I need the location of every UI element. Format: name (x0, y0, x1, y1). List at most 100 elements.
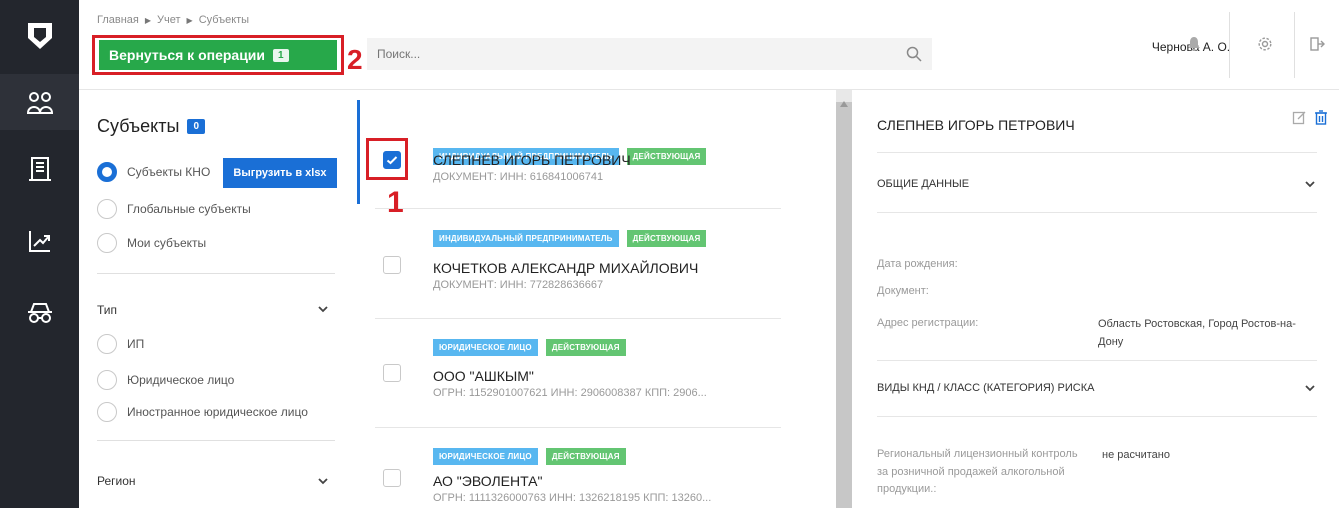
address-value: Область Ростовская, Город Ростов-на-Дону (1098, 318, 1296, 349)
chevron-down-icon[interactable] (317, 474, 329, 492)
chart-trend-icon[interactable] (0, 224, 79, 258)
radio-label: Субъекты КНО (127, 165, 211, 179)
back-to-operation-button[interactable]: Вернуться к операции 1 (99, 40, 337, 70)
tags-row: ЮРИДИЧЕСКОЕ ЛИЦО ДЕЙСТВУЮЩАЯ (433, 448, 626, 465)
scroll-up-arrow-icon[interactable] (840, 94, 848, 112)
logout-icon[interactable] (1309, 36, 1325, 57)
users-icon[interactable] (0, 86, 79, 120)
detail-panel: СЛЕПНЕВ ИГОРЬ ПЕТРОВИЧ ОБЩИЕ ДАННЫЕ Дата… (852, 90, 1339, 508)
radio-label: Глобальные субъекты (127, 202, 251, 216)
breadcrumb-item: Субъекты (198, 14, 250, 26)
filters-title: Субъекты (97, 116, 180, 136)
filters-divider (97, 440, 335, 441)
status-tag: ДЕЙСТВУЮЩАЯ (545, 339, 626, 356)
filters-header: Субъекты 0 (97, 116, 205, 137)
general-data-section[interactable]: ОБЩИЕ ДАННЫЕ (877, 178, 969, 190)
subject-document: ДОКУМЕНТ: ИНН: 616841006741 (433, 171, 604, 183)
edit-icon[interactable] (1292, 110, 1307, 130)
radio-unselected-icon[interactable] (97, 233, 117, 253)
list-divider (375, 208, 781, 209)
list-divider (375, 318, 781, 319)
radio-unselected-icon[interactable] (97, 334, 117, 354)
breadcrumb-separator-icon: ▶ (186, 15, 193, 25)
breadcrumb: Главная ▶ Учет ▶ Субъекты (97, 14, 249, 26)
subject-document: ОГРН: 1111326000763 ИНН: 1326218195 КПП:… (433, 492, 712, 504)
radio-label: Иностранное юридическое лицо (127, 405, 308, 419)
annotation-frame-checkbox (366, 138, 408, 180)
car-icon[interactable] (0, 296, 79, 330)
radio-my-subjects[interactable]: Мои субъекты (97, 233, 206, 253)
breadcrumb-item[interactable]: Учет (157, 14, 181, 26)
search-box (367, 38, 932, 70)
type-option-foreign-entity[interactable]: Иностранное юридическое лицо (97, 402, 308, 422)
detail-divider (877, 212, 1317, 213)
checkbox-unchecked[interactable] (383, 469, 401, 487)
region-section-title[interactable]: Регион (97, 474, 136, 488)
type-tag: ИНДИВИДУАЛЬНЫЙ ПРЕДПРИНИМАТЕЛЬ (433, 230, 619, 247)
tags-row: ИНДИВИДУАЛЬНЫЙ ПРЕДПРИНИМАТЕЛЬ ДЕЙСТВУЮЩ… (433, 230, 707, 247)
logo-shield-icon[interactable] (0, 16, 79, 56)
detail-title: СЛЕПНЕВ ИГОРЬ ПЕТРОВИЧ (877, 117, 1075, 133)
risk-label: Региональный лицензионный контроль за ро… (877, 448, 1078, 496)
bell-icon[interactable] (1186, 36, 1202, 57)
radio-subjects-kno[interactable]: Субъекты КНО (97, 162, 210, 182)
active-item-indicator (357, 100, 360, 204)
subject-name: АО "ЭВОЛЕНТА" (433, 473, 543, 489)
type-tag: ЮРИДИЧЕСКОЕ ЛИЦО (433, 448, 538, 465)
radio-label: Мои субъекты (127, 236, 207, 250)
list-divider (375, 427, 781, 428)
address-label: Адрес регистрации: (877, 317, 979, 329)
scrollbar-thumb[interactable] (836, 102, 852, 508)
status-tag: ДЕЙСТВУЮЩАЯ (545, 448, 626, 465)
birth-date-label: Дата рождения: (877, 258, 958, 270)
top-header: Главная ▶ Учет ▶ Субъекты Вернуться к оп… (79, 0, 1339, 90)
chevron-down-icon[interactable] (317, 302, 329, 320)
type-option-ip[interactable]: ИП (97, 334, 144, 354)
subject-name: ООО "АШКЫМ" (433, 368, 534, 384)
tags-row: ЮРИДИЧЕСКОЕ ЛИЦО ДЕЙСТВУЮЩАЯ (433, 339, 626, 356)
subject-name: СЛЕПНЕВ ИГОРЬ ПЕТРОВИЧ (433, 152, 631, 168)
header-divider (1229, 12, 1230, 78)
filters-count-badge: 0 (187, 119, 205, 134)
gear-icon[interactable] (1257, 36, 1273, 57)
annotation-step-1: 1 (387, 186, 404, 219)
radio-unselected-icon[interactable] (97, 199, 117, 219)
filters-divider (97, 273, 335, 274)
chevron-down-icon[interactable] (1304, 177, 1316, 195)
radio-label: Юридическое лицо (127, 373, 235, 387)
side-rail (0, 0, 79, 508)
subject-document: ОГРН: 1152901007621 ИНН: 2906008387 КПП:… (433, 387, 707, 399)
document-label: Документ: (877, 285, 929, 297)
search-icon[interactable] (906, 46, 922, 67)
filters-panel: Субъекты 0 Субъекты КНО Выгрузить в xlsx… (79, 90, 357, 508)
risk-value: не расчитано (1102, 449, 1170, 461)
status-tag: ДЕЙСТВУЮЩАЯ (626, 148, 707, 165)
detail-divider (877, 360, 1317, 361)
detail-divider (877, 152, 1317, 153)
back-count-badge: 1 (273, 48, 289, 62)
subjects-list: ИНДИВИДУАЛЬНЫЙ ПРЕДПРИНИМАТЕЛЬ ДЕЙСТВУЮЩ… (357, 90, 852, 508)
radio-unselected-icon[interactable] (97, 402, 117, 422)
radio-unselected-icon[interactable] (97, 370, 117, 390)
type-tag: ЮРИДИЧЕСКОЕ ЛИЦО (433, 339, 538, 356)
back-button-label: Вернуться к операции (109, 47, 266, 63)
type-section-title[interactable]: Тип (97, 303, 117, 317)
breadcrumb-item[interactable]: Главная (97, 14, 139, 26)
checkbox-unchecked[interactable] (383, 364, 401, 382)
detail-divider (877, 416, 1317, 417)
header-divider (1294, 12, 1295, 78)
subject-name: КОЧЕТКОВ АЛЕКСАНДР МИХАЙЛОВИЧ (433, 260, 699, 276)
breadcrumb-separator-icon: ▶ (144, 15, 152, 25)
chevron-down-icon[interactable] (1304, 381, 1316, 399)
subject-document: ДОКУМЕНТ: ИНН: 772828636667 (433, 279, 604, 291)
risk-section[interactable]: ВИДЫ КНД / КЛАСС (КАТЕГОРИЯ) РИСКА (877, 382, 1094, 394)
status-tag: ДЕЙСТВУЮЩАЯ (626, 230, 707, 247)
checkbox-unchecked[interactable] (383, 256, 401, 274)
trash-icon[interactable] (1314, 110, 1328, 131)
radio-global-subjects[interactable]: Глобальные субъекты (97, 199, 251, 219)
building-icon[interactable] (0, 152, 79, 186)
search-input[interactable] (377, 47, 897, 61)
radio-selected-icon[interactable] (97, 162, 117, 182)
type-option-legal-entity[interactable]: Юридическое лицо (97, 370, 234, 390)
export-xlsx-button[interactable]: Выгрузить в xlsx (223, 158, 337, 188)
